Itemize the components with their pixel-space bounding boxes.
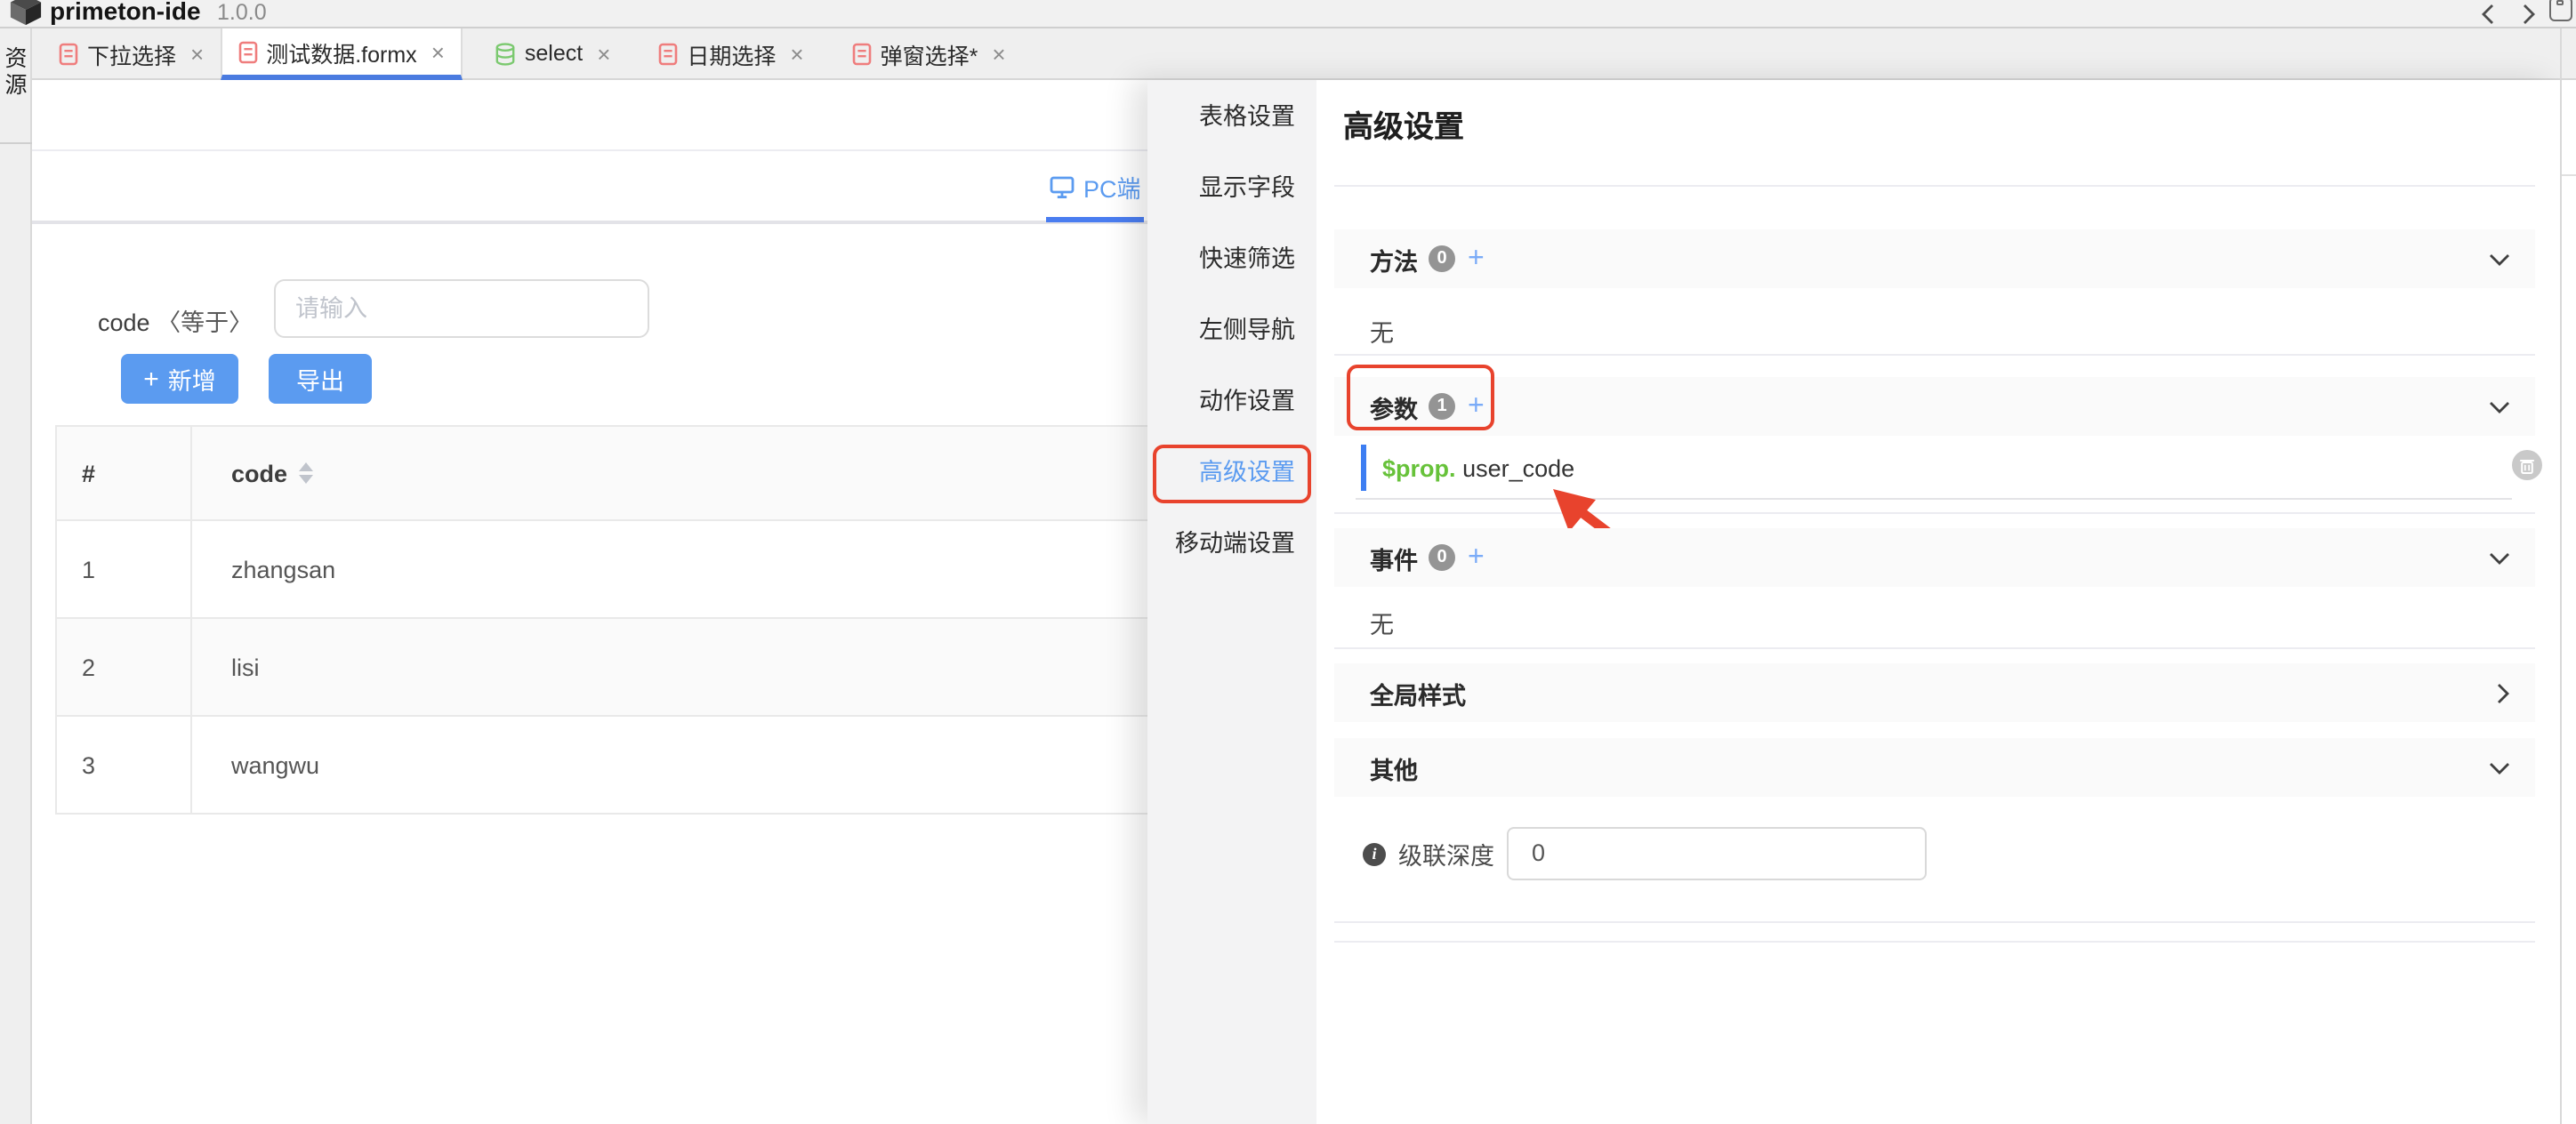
filter-field-label: code 〈等于〉	[98, 302, 253, 338]
sort-icon[interactable]	[298, 462, 312, 484]
menu-item-left-nav[interactable]: 左侧导航	[1147, 295, 1316, 366]
menu-item-quick-filter[interactable]: 快速筛选	[1147, 224, 1316, 295]
add-button[interactable]: + 新增	[121, 354, 238, 404]
device-tab-active-underline	[1046, 217, 1144, 222]
tab-select[interactable]: select ×	[479, 28, 627, 78]
count-badge: 0	[1429, 245, 1455, 272]
form-file-icon	[237, 40, 257, 63]
rail-label: 源	[0, 66, 32, 100]
menu-item-mobile-settings[interactable]: 移动端设置	[1147, 509, 1316, 580]
tab-test-data-formx[interactable]: 测试数据.formx ×	[220, 28, 463, 80]
app-window: primeton-ide 1.0.0 资 源 下拉选择 × 测试数据.formx…	[0, 0, 2576, 1124]
tab-label: 测试数据.formx	[266, 35, 416, 68]
delete-param-button[interactable]	[2512, 450, 2542, 480]
section-params-header[interactable]: 参数 1 +	[1334, 377, 2535, 436]
device-tab-label: PC端	[1083, 169, 1141, 205]
close-icon[interactable]: ×	[597, 40, 610, 67]
right-strip-divider	[2562, 174, 2576, 176]
table-row[interactable]: 2 lisi	[57, 619, 1174, 717]
cascade-depth-label: 级联深度	[1398, 836, 1494, 871]
param-item-marker	[1361, 445, 1366, 491]
app-version: 1.0.0	[217, 0, 267, 28]
tab-label: select	[525, 41, 583, 66]
trash-icon	[2519, 456, 2535, 474]
section-methods-header[interactable]: 方法 0 +	[1334, 229, 2535, 288]
add-method-icon[interactable]: +	[1468, 246, 1485, 271]
chevron-right-icon[interactable]	[2496, 682, 2510, 703]
divider	[1334, 185, 2535, 187]
panel-toggle-icon[interactable]	[2549, 0, 2572, 21]
tab-pc-device[interactable]: PC端	[1050, 169, 1141, 205]
prop-name: user_code	[1462, 455, 1574, 482]
app-logo-icon	[9, 0, 43, 27]
export-button[interactable]: 导出	[269, 354, 372, 404]
divider	[1334, 354, 2535, 356]
methods-empty-text: 无	[1370, 313, 1394, 349]
info-icon: i	[1363, 842, 1386, 865]
nav-forward-icon[interactable]	[2517, 2, 2539, 27]
section-other-header[interactable]: 其他	[1334, 738, 2535, 797]
form-file-icon	[658, 42, 678, 65]
count-badge: 0	[1429, 544, 1455, 571]
cascade-depth-row: i 级联深度 0	[1363, 827, 1927, 880]
editor-tab-bar: 下拉选择 × 测试数据.formx × select × 日期选择 × 弹窗选择…	[32, 28, 2560, 80]
col-index-header: #	[57, 427, 192, 519]
divider	[1334, 512, 2535, 514]
events-empty-text: 无	[1370, 605, 1394, 640]
app-title: primeton-ide	[50, 0, 201, 27]
chevron-down-icon[interactable]	[2489, 760, 2510, 775]
prop-prefix: $prop.	[1382, 455, 1456, 482]
table-row[interactable]: 3 wangwu	[57, 717, 1174, 813]
form-file-icon	[852, 42, 872, 65]
rail-divider	[0, 142, 32, 144]
add-event-icon[interactable]: +	[1468, 545, 1485, 570]
chevron-down-icon[interactable]	[2489, 550, 2510, 565]
cascade-depth-input[interactable]: 0	[1507, 827, 1927, 880]
table-header-row: # code	[57, 427, 1174, 521]
settings-menu: 表格设置 显示字段 快速筛选 左侧导航 动作设置 高级设置 移动端设置	[1147, 80, 1316, 1124]
tab-label: 日期选择	[687, 36, 776, 70]
title-bar: primeton-ide 1.0.0	[0, 0, 2576, 28]
divider	[1334, 941, 2535, 943]
tab-label: 弹窗选择*	[881, 36, 978, 70]
annotation-box-params	[1347, 365, 1494, 430]
tab-label: 下拉选择	[87, 36, 176, 70]
menu-item-table-settings[interactable]: 表格设置	[1147, 82, 1316, 153]
close-icon[interactable]: ×	[790, 40, 803, 67]
param-item-underline	[1356, 498, 2512, 500]
right-collapsed-panel[interactable]	[2560, 28, 2576, 1124]
device-tabstrip-divider	[32, 221, 1147, 224]
menu-item-action-settings[interactable]: 动作设置	[1147, 366, 1316, 438]
param-item[interactable]: $prop. user_code	[1382, 455, 1574, 482]
close-icon[interactable]: ×	[190, 40, 204, 67]
plus-icon: +	[143, 364, 159, 394]
form-file-icon	[59, 42, 78, 65]
chevron-down-icon[interactable]	[2489, 252, 2510, 266]
section-global-style-header[interactable]: 全局样式	[1334, 663, 2535, 722]
chevron-down-icon[interactable]	[2489, 399, 2510, 413]
tab-popup-select[interactable]: 弹窗选择* ×	[836, 28, 1022, 78]
close-icon[interactable]: ×	[431, 38, 445, 65]
filter-input[interactable]: 请输入	[274, 279, 649, 338]
annotation-box-advanced-settings	[1153, 445, 1311, 503]
menu-item-display-fields[interactable]: 显示字段	[1147, 153, 1316, 224]
divider	[1334, 921, 2535, 923]
database-icon	[495, 42, 516, 65]
tab-dropdown-select[interactable]: 下拉选择 ×	[43, 28, 220, 78]
resource-rail[interactable]: 资 源	[0, 28, 32, 1124]
data-table: # code 1 zhangsan 2 lisi 3 wangwu	[55, 425, 1174, 815]
monitor-icon	[1050, 175, 1075, 198]
tab-date-select[interactable]: 日期选择 ×	[642, 28, 819, 78]
table-row[interactable]: 1 zhangsan	[57, 521, 1174, 619]
nav-back-icon[interactable]	[2478, 2, 2500, 27]
section-events-header[interactable]: 事件 0 +	[1334, 528, 2535, 587]
close-icon[interactable]: ×	[992, 40, 1005, 67]
col-code-header[interactable]: code	[192, 427, 1174, 519]
divider	[1334, 647, 2535, 649]
right-strip-top	[2560, 28, 2576, 80]
panel-title: 高级设置	[1343, 101, 1464, 146]
